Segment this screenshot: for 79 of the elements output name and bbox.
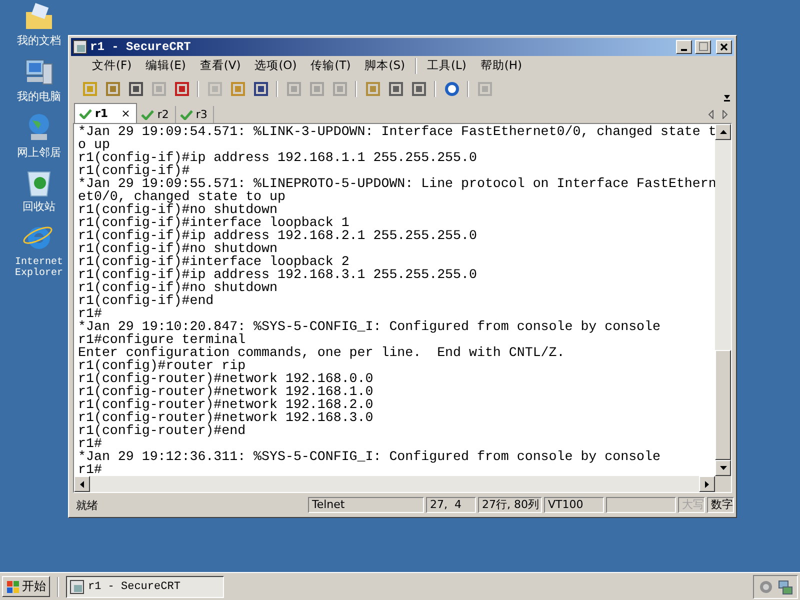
check-icon	[180, 110, 193, 120]
tab-label: r3	[196, 108, 208, 122]
menu-item[interactable]: 查看(V)	[192, 58, 248, 74]
terminal-line: r1(config-if)#ip address 192.168.1.1 255.255.255.0	[78, 151, 478, 164]
start-button[interactable]: 开始	[2, 576, 50, 597]
terminal-line: r1(config-router)#network 192.168.2.0	[78, 398, 374, 412]
close-button[interactable]	[716, 40, 732, 54]
terminal-line: *Jan 29 19:12:36.311: %SYS-5-CONFIG_I: Configured from console by console	[78, 450, 662, 464]
terminal-line: r1#	[78, 307, 102, 320]
desktop-icon-label[interactable]: 我的文档	[9, 35, 69, 46]
status-field: 27, 4	[426, 497, 476, 514]
check-icon	[79, 108, 92, 119]
terminal-line: Enter configuration commands, one per line. End with CNTL/Z.	[78, 346, 566, 360]
terminal-line: r1(config-router)#end	[78, 424, 246, 438]
minimize-icon	[681, 48, 687, 51]
terminal-line: r1(config-router)#network 192.168.0.0	[78, 372, 374, 386]
menu-item[interactable]: 工具(L)	[420, 58, 474, 74]
terminal-line: r1(config-router)#network 192.168.3.0	[78, 411, 374, 424]
menu-item[interactable]: 脚本(S)	[358, 58, 412, 74]
terminal-line: r1(config-if)#interface loopback 2	[78, 255, 350, 268]
close-icon	[720, 42, 728, 51]
tab-close-button[interactable]: ×	[121, 107, 130, 120]
terminal-app-icon	[70, 580, 84, 594]
windows-flag-icon	[6, 580, 20, 594]
scroll-left-icon[interactable]	[708, 110, 714, 120]
terminal-line: r1(config-if)#no shutdown	[78, 242, 278, 256]
tab-label: r1	[95, 107, 108, 120]
terminal-line: r1#configure terminal	[78, 333, 246, 346]
terminal-line: r1(config-if)#ip address 192.168.2.1 255.255.255.0	[78, 229, 478, 242]
terminal-line: r1(config)#router rip	[78, 359, 246, 372]
terminal-line: r1(config-if)#	[78, 164, 190, 178]
desktop-icon-label[interactable]: Internet Explorer	[9, 257, 69, 279]
status-field: 27行, 80列	[478, 497, 542, 514]
maximize-button[interactable]	[695, 40, 711, 54]
menu-item[interactable]: 选项(O)	[248, 58, 304, 74]
desktop-icon-label[interactable]: 我的电脑	[9, 91, 69, 102]
terminal-line: *Jan 29 19:09:54.571: %LINK-3-UPDOWN: Interface FastEthernet0/0, changed state t	[78, 125, 715, 138]
terminal-line: r1(config-if)#ip address 192.168.3.1 255.255.255.0	[78, 268, 478, 282]
taskbar-button[interactable]: r1 - SecureCRT	[66, 576, 224, 598]
terminal-line: r1(config-if)#interface loopback 1	[78, 216, 350, 230]
menu-item[interactable]: 文件(F)	[85, 58, 139, 74]
tab-label: r2	[157, 108, 169, 122]
session-tab[interactable]: r1 ×	[74, 103, 138, 124]
terminal-line: *Jan 29 19:10:20.847: %SYS-5-CONFIG_I: Configured from console by console	[78, 320, 662, 334]
desktop-icon-label[interactable]: 网上邻居	[9, 147, 69, 158]
session-tab[interactable]: r3	[176, 106, 214, 124]
terminal-app-icon	[73, 40, 87, 54]
menu-item[interactable]: 编辑(E)	[138, 58, 193, 74]
status-field: VT100	[544, 497, 604, 514]
terminal-line: o up	[78, 138, 110, 152]
status-message: 就绪	[75, 498, 99, 513]
terminal-line: r1(config-router)#network 192.168.1.0	[78, 385, 374, 398]
terminal-line: r1(config-if)#end	[78, 294, 215, 308]
status-field: Telnet	[308, 497, 424, 514]
maximize-icon	[698, 42, 708, 52]
right-arrow-icon	[705, 480, 709, 488]
vertical-scrollbar[interactable]	[715, 124, 731, 476]
left-arrow-icon	[80, 480, 84, 488]
up-arrow-icon	[720, 130, 726, 134]
minimize-button[interactable]	[676, 40, 692, 54]
menu-item[interactable]: 传输(T)	[304, 58, 358, 74]
terminal-line: *Jan 29 19:09:55.571: %LINEPROTO-5-UPDOWN: Line protocol on Interface FastEthern	[78, 177, 715, 190]
network-icon[interactable]	[777, 578, 793, 594]
check-icon	[141, 110, 154, 120]
window-title: r1 - SecureCRT	[90, 40, 192, 54]
folder-icon	[24, 2, 54, 32]
terminal-line: r1(config-if)#no shutdown	[78, 281, 278, 294]
status-field	[606, 497, 676, 514]
terminal-line: r1#	[78, 463, 103, 476]
scroll-right-icon[interactable]	[722, 110, 728, 120]
down-arrow-icon	[720, 466, 726, 470]
terminal-line: r1#	[78, 437, 102, 450]
terminal-line: r1(config-if)#no shutdown	[78, 203, 278, 216]
status-indicator: 数字	[707, 497, 734, 514]
menu-item[interactable]: 帮助(H)	[473, 58, 530, 74]
session-tab[interactable]: r2	[137, 106, 176, 124]
terminal-line: et0/0, changed state to up	[78, 190, 286, 204]
horizontal-scrollbar[interactable]	[74, 476, 715, 492]
desktop-icon-label[interactable]: 回收站	[9, 201, 69, 212]
